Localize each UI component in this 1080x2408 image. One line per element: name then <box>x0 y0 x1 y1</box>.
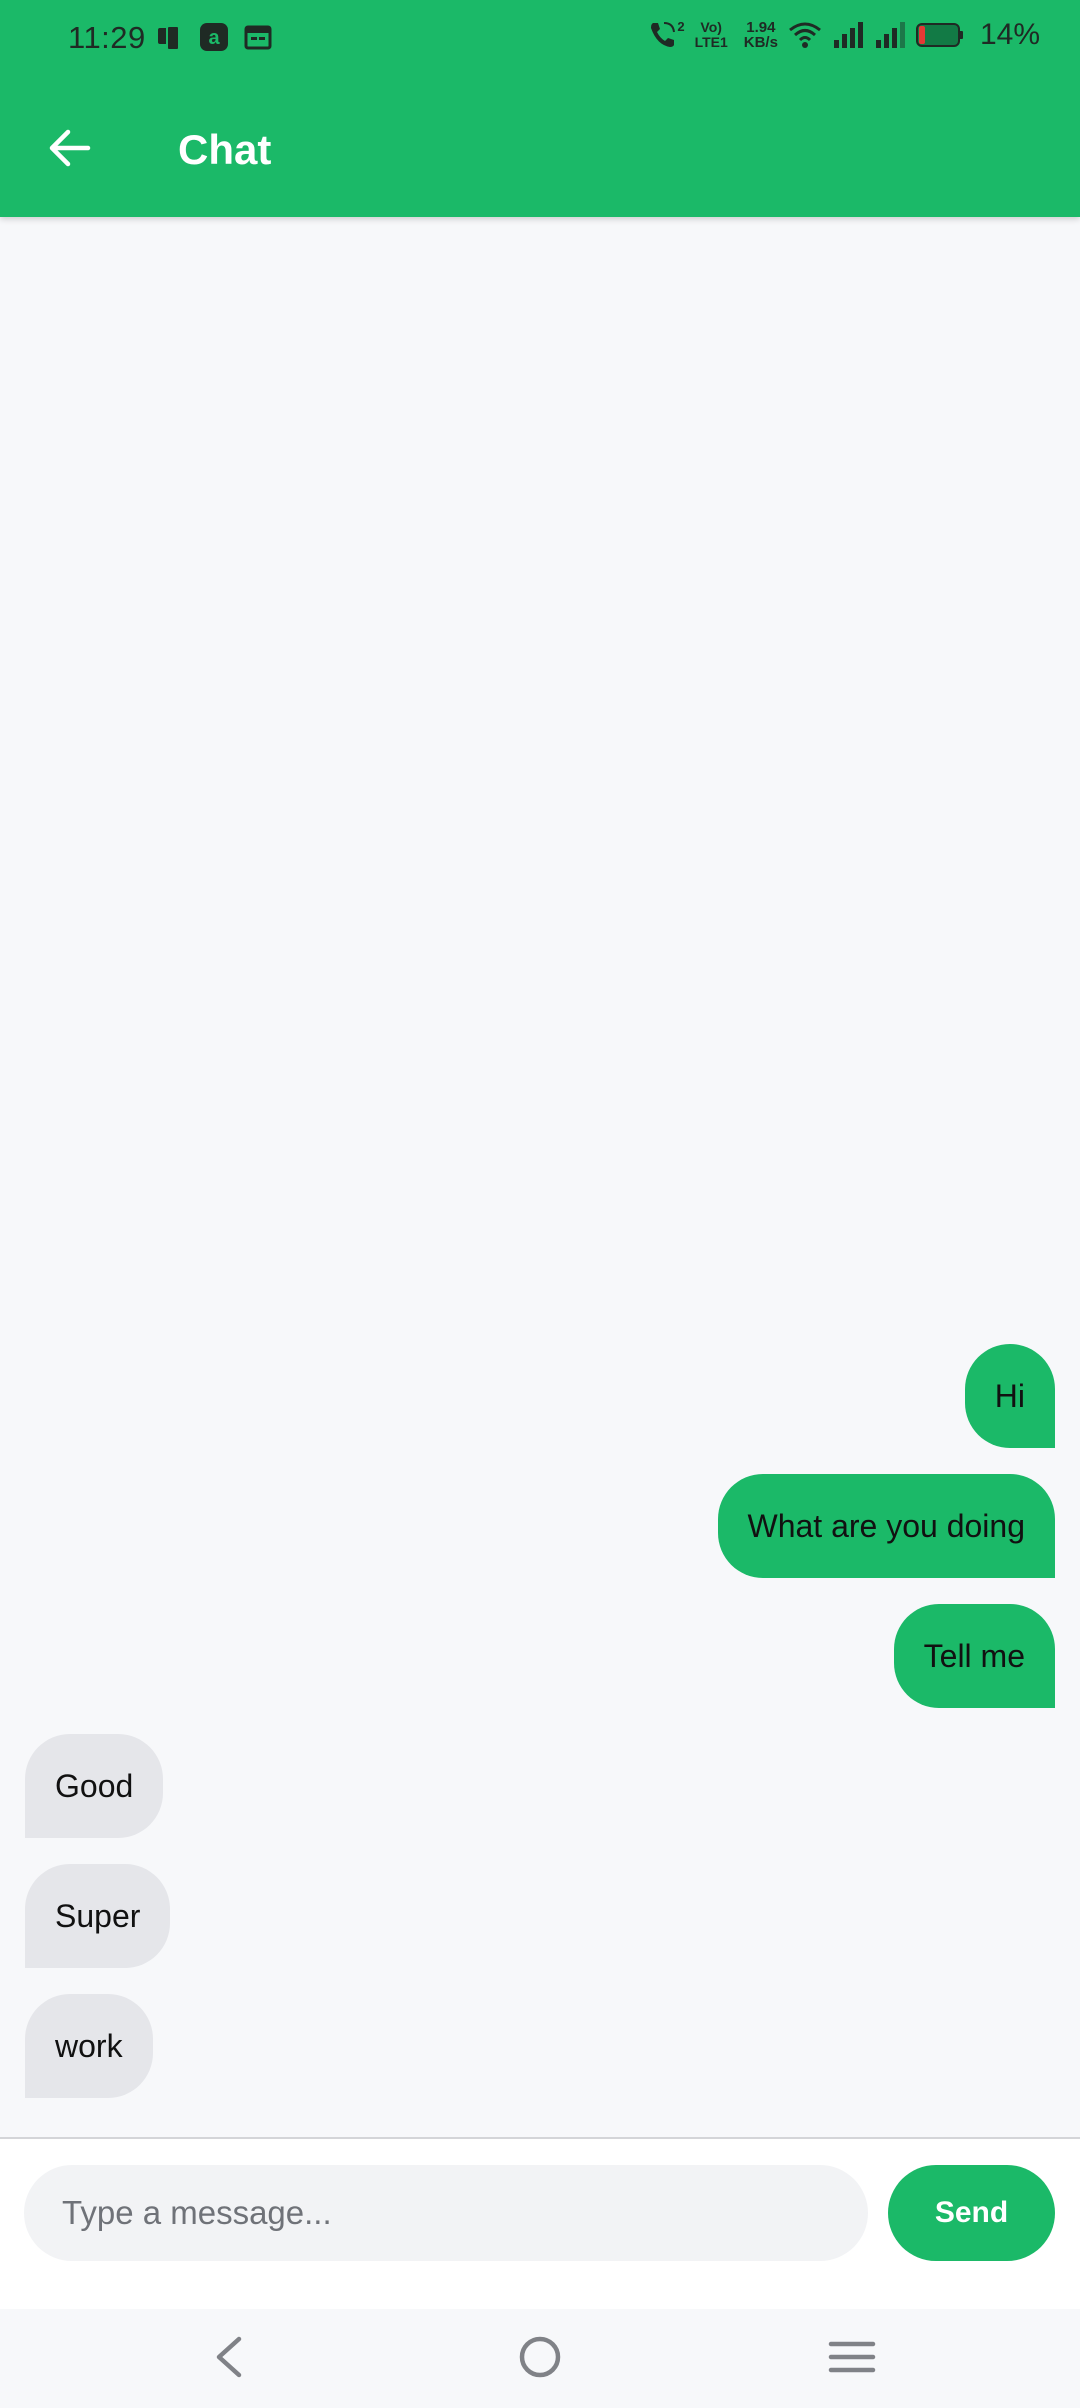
volte-line2: LTE1 <box>694 34 728 50</box>
battery-low-icon <box>915 23 963 47</box>
message-composer: Send <box>0 2139 1080 2309</box>
network-speed: 1.94 KB/s <box>744 20 778 50</box>
call-sim-number: 2 <box>677 19 685 34</box>
nav-menu-button[interactable] <box>812 2327 892 2387</box>
nav-back-button[interactable] <box>188 2327 268 2387</box>
network-speed-value: 1.94 <box>746 19 776 36</box>
battery-percent: 14% <box>979 18 1040 51</box>
message-bubble-outgoing[interactable]: Tell me <box>893 1604 1055 1708</box>
nav-menu-icon <box>828 2341 876 2373</box>
message-bubble-incoming[interactable]: Good <box>25 1734 164 1838</box>
message-bubble-outgoing[interactable]: Hi <box>964 1344 1055 1448</box>
calendar-icon <box>244 25 272 50</box>
volte-indicator: Vo) LTE1 <box>695 20 728 50</box>
phone-screen-icon <box>158 25 180 51</box>
message-bubble-incoming[interactable]: work <box>25 1994 153 2098</box>
message-input[interactable] <box>24 2165 868 2261</box>
back-button[interactable] <box>30 108 110 188</box>
message-bubble-incoming[interactable]: Super <box>25 1864 171 1968</box>
app-bar: Chat <box>0 80 1080 217</box>
status-notification-icons: a <box>155 22 273 52</box>
nav-back-icon <box>216 2336 242 2378</box>
signal-icon <box>833 22 863 48</box>
send-button[interactable]: Send <box>888 2165 1055 2261</box>
app-a-icon: a <box>200 23 228 51</box>
network-speed-unit: KB/s <box>743 34 778 51</box>
message-list[interactable]: Hi What are you doing Tell me Good Super… <box>0 217 1080 2137</box>
system-nav-bar <box>0 2309 1080 2408</box>
wifi-call-icon <box>651 22 676 47</box>
chat-screen: 11:29 a 2 Vo) LTE1 1.94 KB/s 14% Chat Hi… <box>0 0 1080 2408</box>
header: 11:29 a 2 Vo) LTE1 1.94 KB/s 14% Chat <box>0 0 1080 217</box>
page-title: Chat <box>178 126 272 173</box>
nav-home-icon <box>519 2336 561 2378</box>
message-bubble-outgoing[interactable]: What are you doing <box>717 1474 1055 1578</box>
status-bar: 11:29 a 2 Vo) LTE1 1.94 KB/s 14% <box>0 0 1080 80</box>
wifi-icon <box>789 22 821 48</box>
arrow-left-icon <box>49 129 91 167</box>
status-system-icons: 2 Vo) LTE1 1.94 KB/s 14% <box>647 18 1040 52</box>
status-time: 11:29 <box>68 20 146 55</box>
nav-home-button[interactable] <box>500 2327 580 2387</box>
svg-text:a: a <box>208 27 220 49</box>
signal-icon-2 <box>875 22 905 48</box>
volte-line1: Vo) <box>700 19 722 35</box>
wifi-call-group: 2 <box>647 19 685 51</box>
